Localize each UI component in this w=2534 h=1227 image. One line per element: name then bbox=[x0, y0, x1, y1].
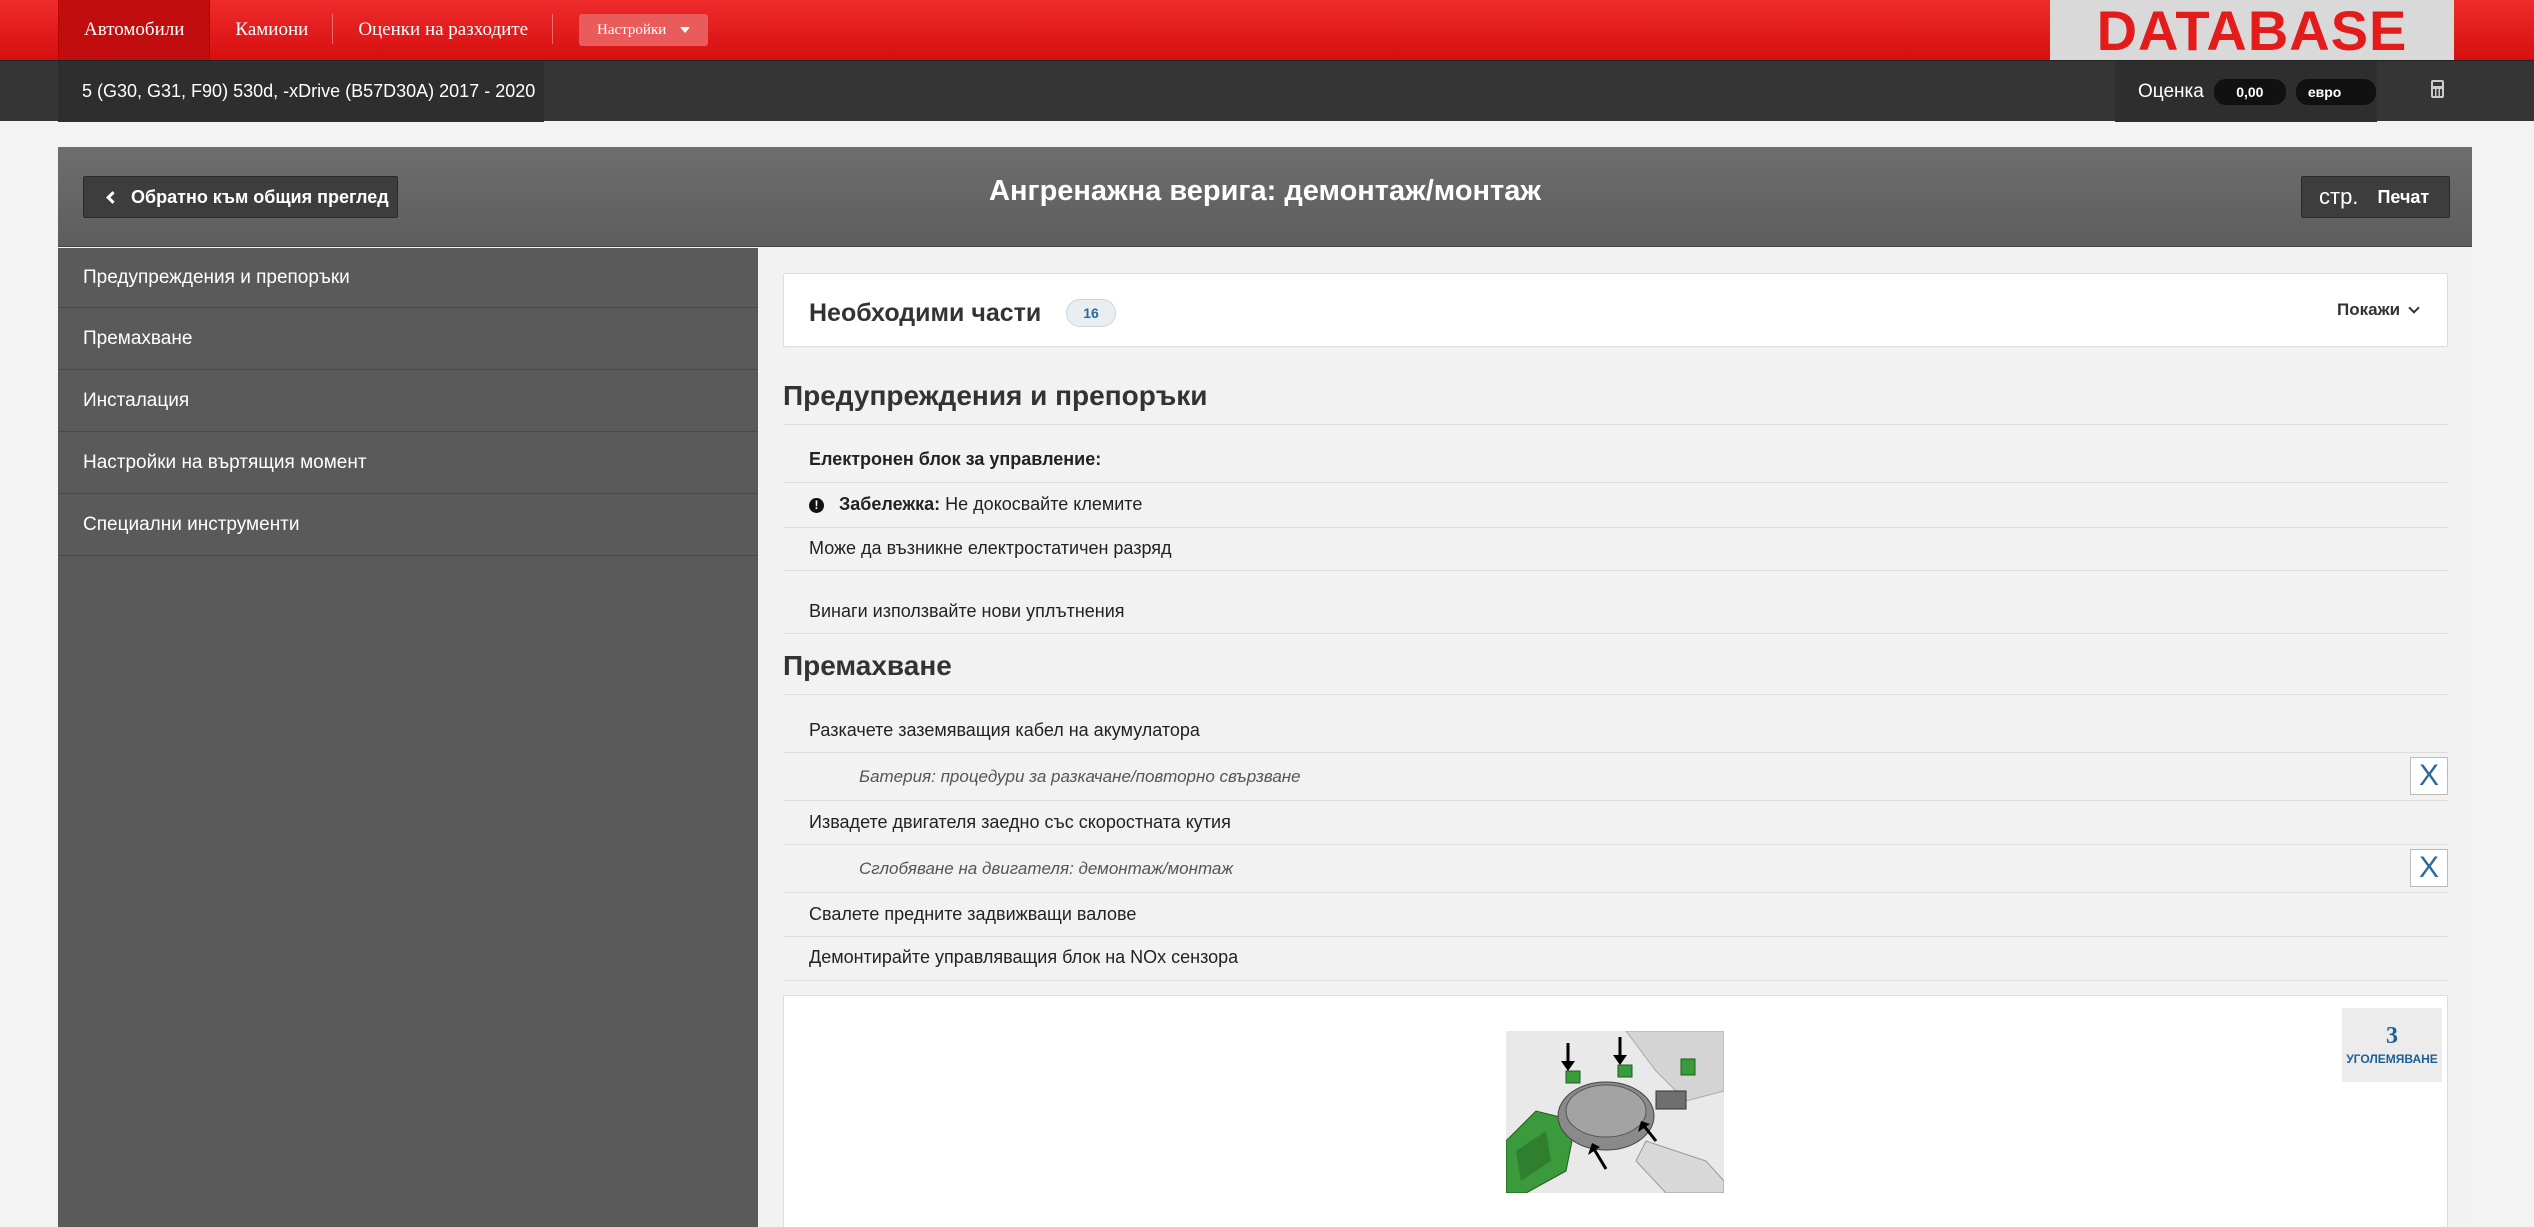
close-reference-button[interactable]: X bbox=[2410, 757, 2448, 795]
divider bbox=[783, 752, 2448, 753]
divider bbox=[783, 482, 2448, 483]
currency-badge: евро bbox=[2295, 78, 2376, 105]
vehicle-selector[interactable]: 5 (G30, G31, F90) 530d, -xDrive (B57D30A… bbox=[58, 61, 544, 122]
divider bbox=[783, 570, 2448, 571]
estimate-summary: Оценка 0,00 евро bbox=[2115, 61, 2377, 122]
page-label: стр. bbox=[2319, 184, 2359, 209]
logo: DATABASE bbox=[2050, 0, 2454, 62]
sidebar-item-special-tools[interactable]: Специални инструменти bbox=[58, 494, 758, 556]
procedure-panel: Обратно към общия преглед Ангренажна вер… bbox=[58, 147, 2472, 1227]
note-text: Не докосвайте клемите bbox=[940, 494, 1143, 514]
print-button[interactable]: стр. Печат bbox=[2301, 176, 2450, 218]
parts-count-badge: 16 bbox=[1066, 299, 1116, 327]
divider bbox=[783, 527, 2448, 528]
static-discharge-text: Може да възникне електростатичен разряд bbox=[809, 538, 1172, 558]
chevron-down-icon bbox=[2408, 302, 2420, 314]
panel-header: Обратно към общия преглед Ангренажна вер… bbox=[58, 147, 2472, 247]
removal-step: Извадете двигателя заедно със скоростнат… bbox=[809, 812, 1231, 832]
engine-assembly-reference-link[interactable]: Сглобяване на двигателя: демонтаж/монтаж bbox=[859, 859, 1233, 879]
divider bbox=[783, 800, 2448, 801]
nav-item-cars[interactable]: Автомобили bbox=[58, 0, 211, 60]
divider bbox=[783, 936, 2448, 937]
caret-down-icon bbox=[680, 27, 691, 33]
removal-step: Разкачете заземяващия кабел на акумулато… bbox=[809, 720, 1200, 740]
zoom-number: 3 bbox=[2386, 1023, 2398, 1049]
main-content: Необходими части 16 Покажи Предупреждени… bbox=[758, 248, 2472, 1227]
sidebar: Предупреждения и препоръки Премахване Ин… bbox=[58, 248, 758, 1227]
settings-dropdown[interactable]: Настройки bbox=[579, 14, 709, 46]
show-label: Покажи bbox=[2337, 300, 2401, 319]
print-label: Печат bbox=[2377, 186, 2430, 207]
calculator-icon[interactable] bbox=[2431, 80, 2444, 98]
divider bbox=[783, 844, 2448, 845]
removal-step: Свалете предните задвижващи валове bbox=[809, 904, 1137, 924]
close-reference-button[interactable]: X bbox=[2410, 849, 2448, 887]
estimate-value: 0,00 bbox=[2213, 78, 2286, 105]
sidebar-item-removal[interactable]: Премахване bbox=[58, 308, 758, 370]
divider bbox=[783, 633, 2448, 634]
new-seals-text: Винаги използвайте нови уплътнения bbox=[809, 601, 1125, 621]
illustration-card: 3 УГОЛЕМЯВАНЕ bbox=[783, 995, 2448, 1227]
note-row: ! Забележка: Не докосвайте клемите bbox=[809, 494, 1142, 515]
vehicle-bar: 5 (G30, G31, F90) 530d, -xDrive (B57D30A… bbox=[0, 60, 2534, 122]
nav-item-cost-estimates[interactable]: Оценки на разходите bbox=[333, 0, 553, 60]
zoom-button[interactable]: 3 УГОЛЕМЯВАНЕ bbox=[2342, 1008, 2442, 1082]
divider bbox=[783, 980, 2448, 981]
ecu-heading: Електронен блок за управление: bbox=[809, 449, 1102, 469]
required-parts-card: Необходими части 16 Покажи bbox=[783, 273, 2448, 347]
sidebar-item-installation[interactable]: Инсталация bbox=[58, 370, 758, 432]
nox-sensor-illustration[interactable] bbox=[1506, 1031, 1724, 1193]
page-title: Ангренажна верига: демонтаж/монтаж bbox=[989, 175, 1541, 207]
show-parts-toggle[interactable]: Покажи bbox=[2337, 300, 2420, 320]
estimate-label: Оценка bbox=[2138, 80, 2204, 102]
divider bbox=[783, 424, 2448, 425]
removal-step: Демонтирайте управляващия блок на NOx се… bbox=[809, 947, 1239, 967]
sidebar-item-torque-settings[interactable]: Настройки на въртящия момент bbox=[58, 432, 758, 494]
required-parts-title: Необходими части bbox=[809, 299, 1042, 327]
divider bbox=[783, 694, 2448, 695]
settings-label: Настройки bbox=[597, 21, 667, 38]
divider bbox=[783, 892, 2448, 893]
removal-section-title: Премахване bbox=[783, 650, 952, 681]
warnings-section-title: Предупреждения и препоръки bbox=[783, 380, 1208, 411]
nav-item-trucks[interactable]: Камиони bbox=[210, 0, 334, 60]
note-label: Забележка: bbox=[839, 494, 941, 514]
zoom-label: УГОЛЕМЯВАНЕ bbox=[2346, 1052, 2438, 1066]
battery-reference-link[interactable]: Батерия: процедури за разкачане/повторно… bbox=[859, 767, 1301, 787]
sidebar-item-warnings[interactable]: Предупреждения и препоръки bbox=[58, 248, 758, 308]
exclamation-icon: ! bbox=[809, 498, 824, 513]
